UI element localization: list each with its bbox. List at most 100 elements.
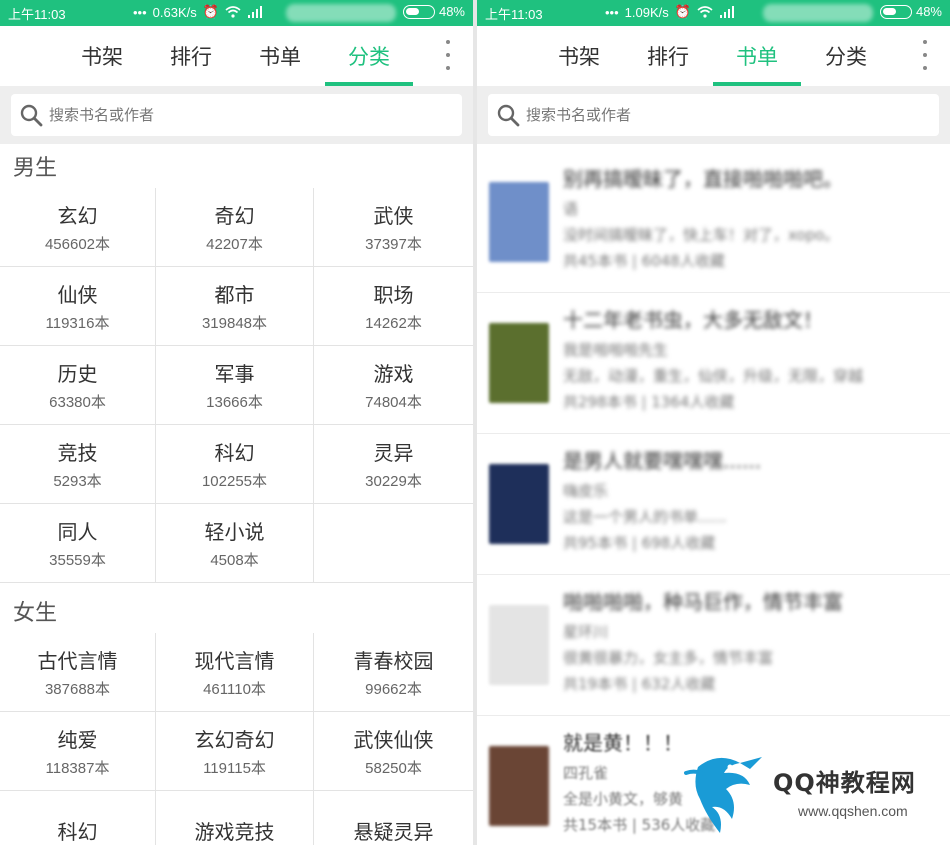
category-name: 军事 xyxy=(214,362,255,386)
category-cell[interactable]: 灵异 30229本 xyxy=(314,425,473,504)
tab-category[interactable]: 分类 xyxy=(802,26,890,86)
category-count: 387688本 xyxy=(44,681,111,698)
category-name: 武侠 xyxy=(373,204,414,228)
category-cell[interactable]: 竞技 5293本 xyxy=(0,425,156,504)
watermark: QQ神教程网 www.qqshen.com xyxy=(678,749,938,839)
tab-category[interactable]: 分类 xyxy=(325,26,413,86)
category-count: 30229本 xyxy=(365,473,422,490)
category-cell[interactable]: 军事 13666本 xyxy=(156,346,314,425)
category-name: 玄幻 xyxy=(57,204,98,228)
tab-ranking[interactable]: 排行 xyxy=(147,26,235,86)
category-name: 仙侠 xyxy=(57,283,98,307)
category-count: 99662本 xyxy=(365,681,422,698)
battery-level: 48% xyxy=(438,4,465,19)
category-cell[interactable]: 悬疑灵异 xyxy=(314,791,473,845)
category-name: 青春校园 xyxy=(353,649,434,673)
category-count: 102255本 xyxy=(201,473,268,490)
category-cell[interactable]: 游戏竞技 xyxy=(156,791,314,845)
category-cell[interactable]: 同人 35559本 xyxy=(0,504,156,583)
dragon-logo-icon xyxy=(684,757,762,833)
category-name: 纯爱 xyxy=(57,728,98,752)
top-tabs: 书架 排行 书单 分类 xyxy=(477,26,950,86)
category-cell[interactable]: 玄幻奇幻 119115本 xyxy=(156,712,314,791)
book-cover xyxy=(489,182,549,262)
category-count: 319848本 xyxy=(201,315,268,332)
category-cell[interactable]: 青春校园 99662本 xyxy=(314,633,473,712)
category-cell[interactable]: 奇幻 42207本 xyxy=(156,188,314,267)
category-cell[interactable]: 轻小说 4508本 xyxy=(156,504,314,583)
booklist-title: 别再搞暧昧了，直接啪啪啪吧。 xyxy=(563,167,843,191)
booklist-title: 十二年老书虫，大多无敌文！ xyxy=(563,308,823,332)
category-count: 461110本 xyxy=(203,681,266,698)
category-cell[interactable]: 仙侠 119316本 xyxy=(0,267,156,346)
category-name: 历史 xyxy=(57,362,98,386)
tab-bookshelf[interactable]: 书架 xyxy=(535,26,623,86)
book-cover xyxy=(489,605,549,685)
booklist-desc: 这是一个男人的书单...... xyxy=(563,508,727,526)
booklist-title: 是男人就要嘿嘿嘿...... xyxy=(563,449,762,473)
section-title-female: 女生 xyxy=(0,589,473,633)
category-cell[interactable]: 都市 319848本 xyxy=(156,267,314,346)
category-cell[interactable]: 现代言情 461110本 xyxy=(156,633,314,712)
category-cell[interactable]: 武侠 37397本 xyxy=(314,188,473,267)
battery-icon xyxy=(879,4,912,19)
category-name: 科幻 xyxy=(57,819,98,844)
category-cell[interactable]: 历史 63380本 xyxy=(0,346,156,425)
booklist-author: 嗨皮乐 xyxy=(563,482,609,500)
booklist-meta: 共45本书 | 6048人收藏 xyxy=(563,252,725,270)
booklist-author: 我是啪啪啪先生 xyxy=(563,341,669,359)
section-title-male: 男生 xyxy=(0,144,473,188)
signal-icon xyxy=(719,6,734,18)
booklist-text: 别再搞暧昧了，直接啪啪啪吧。语没时间搞暧昧了，快上车！对了，xopo。 共45本书… xyxy=(563,162,940,274)
category-cell[interactable]: 科幻 102255本 xyxy=(156,425,314,504)
category-cell[interactable]: 科幻 xyxy=(0,791,156,845)
more-menu-icon[interactable] xyxy=(920,40,930,70)
category-cell[interactable]: 古代言情 387688本 xyxy=(0,633,156,712)
category-name: 现代言情 xyxy=(194,649,275,673)
category-name: 都市 xyxy=(214,283,255,307)
booklist-item[interactable]: 十二年老书虫，大多无敌文！ 我是啪啪啪先生 无敌，动漫，重生，仙侠，升级，无限，穿越… xyxy=(477,293,950,434)
battery-icon xyxy=(402,4,435,19)
book-cover xyxy=(489,464,549,544)
book-cover xyxy=(489,323,549,403)
battery-indicator: 48% xyxy=(879,4,942,19)
more-menu-icon[interactable] xyxy=(443,40,453,70)
status-time: 上午11:03 xyxy=(8,6,66,22)
tab-ranking[interactable]: 排行 xyxy=(624,26,712,86)
category-name: 游戏 xyxy=(373,362,414,386)
category-count: 456602本 xyxy=(44,236,111,253)
booklist-item[interactable]: 啪啪啪啪，种马巨作，情节丰富 星环川 很黄很暴力，女主多，情节丰富 共19本书 | 6… xyxy=(477,575,950,716)
alarm-icon: ⏰ xyxy=(674,4,691,19)
category-cell[interactable]: 武侠仙侠 58250本 xyxy=(314,712,473,791)
booklist-meta: 共19本书 | 632人收藏 xyxy=(563,675,716,693)
search-input[interactable] xyxy=(49,106,429,124)
search-icon xyxy=(497,104,520,127)
booklist-item[interactable]: 是男人就要嘿嘿嘿...... 嗨皮乐 这是一个男人的书单...... 共95本书 | … xyxy=(477,434,950,575)
category-name: 同人 xyxy=(57,520,98,544)
category-cell[interactable]: 职场 14262本 xyxy=(314,267,473,346)
category-cell[interactable]: 游戏 74804本 xyxy=(314,346,473,425)
watermark-url: www.qqshen.com xyxy=(798,803,908,819)
category-count: 118387本 xyxy=(45,760,110,777)
category-cell[interactable]: 玄幻 456602本 xyxy=(0,188,156,267)
search-box xyxy=(11,94,462,136)
booklist-author: 星环川 xyxy=(563,623,609,641)
status-bar: 上午11:03 ••• 0.63K/s ⏰ 48% xyxy=(0,0,473,26)
category-name: 竞技 xyxy=(57,441,98,465)
tab-bookshelf[interactable]: 书架 xyxy=(58,26,146,86)
booklist-desc: 没时间搞暧昧了，快上车！对了，xopo。 xyxy=(563,226,840,244)
tab-booklist[interactable]: 书单 xyxy=(236,26,324,86)
wifi-icon xyxy=(225,6,241,18)
search-box xyxy=(488,94,939,136)
search-input[interactable] xyxy=(526,106,906,124)
empty-cell xyxy=(314,504,473,583)
left-phone-category-screen: 上午11:03 ••• 0.63K/s ⏰ 48% 书架 排行 书单 分类 搜索… xyxy=(0,0,473,845)
category-cell[interactable]: 纯爱 118387本 xyxy=(0,712,156,791)
carrier-blurred xyxy=(763,4,873,22)
network-indicator: ••• 1.09K/s ⏰ xyxy=(605,4,735,20)
booklist-item[interactable]: 别再搞暧昧了，直接啪啪啪吧。语没时间搞暧昧了，快上车！对了，xopo。 共45本书… xyxy=(477,152,950,293)
watermark-title: QQ神教程网 xyxy=(773,769,916,797)
category-name: 奇幻 xyxy=(214,204,255,228)
tab-booklist[interactable]: 书单 xyxy=(713,26,801,86)
category-name: 武侠仙侠 xyxy=(353,728,434,752)
